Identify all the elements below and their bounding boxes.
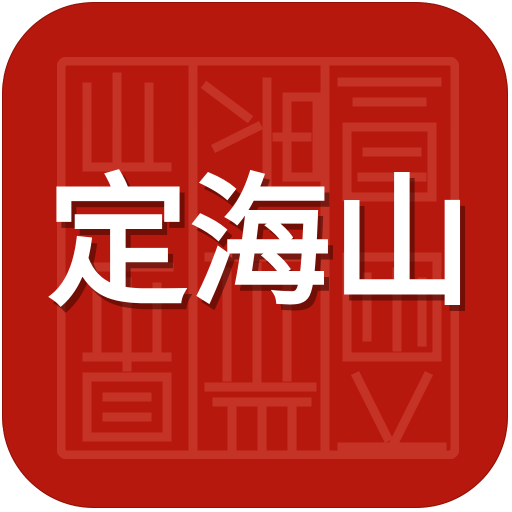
app-name: 定海山 [47,160,473,326]
app-icon-canvas: 定海山 定海山 [0,0,512,512]
app-name-calligraphy: 定海山 定海山 [47,160,478,332]
app-icon[interactable]: 定海山 定海山 [2,2,508,508]
